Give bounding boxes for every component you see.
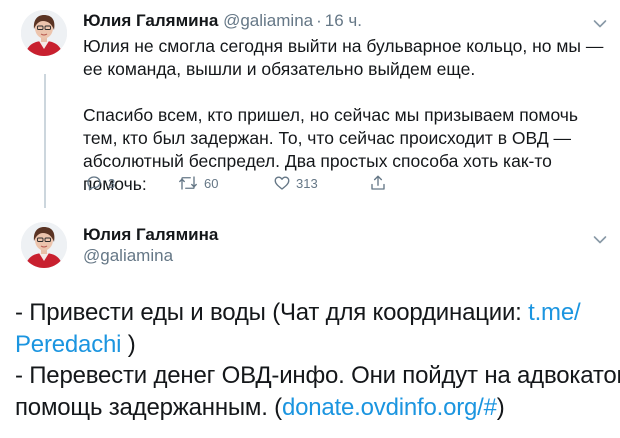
tweet-line: - Перевести денег ОВД-инфо. Они пойдут н… [15,360,620,392]
like-count: 313 [296,175,318,191]
tweet-paragraph: Юлия не смогла сегодня выйти на бульварн… [83,36,604,79]
avatar[interactable] [21,10,67,56]
author-name[interactable]: Юлия Галямина [83,11,218,30]
line-text: - Перевести денег ОВД-инфо. Они пойдут н… [15,362,620,389]
chevron-down-icon[interactable] [593,232,607,244]
author-handle[interactable]: @galiamina [83,246,173,266]
avatar[interactable] [21,222,67,268]
line-text: ) [121,330,136,358]
tweet-header: Юлия Галямина @galiamina · 16 ч. [83,11,362,31]
telegram-link[interactable]: t.me/ [528,299,581,326]
reply-button[interactable]: 3 [85,172,115,194]
telegram-link[interactable]: Peredachi [15,331,121,358]
retweet-button[interactable]: 60 [177,172,218,194]
share-button[interactable] [369,172,387,194]
chevron-down-icon[interactable] [593,16,607,28]
tweet-timestamp[interactable]: 16 ч. [325,11,362,30]
author-name[interactable]: Юлия Галямина [83,225,218,245]
retweet-icon [177,174,199,192]
share-icon [369,174,387,192]
thread-connector-line [44,74,46,208]
reply-count: 3 [108,175,116,191]
tweet-line: помощь задержанным. (donate.ovdinfo.org/… [15,392,615,424]
retweet-count: 60 [204,175,219,191]
tweet-text: - Привести еды и воды (Чат для координац… [15,297,620,424]
tweet-actions: 3 60 313 [83,172,403,194]
like-button[interactable]: 313 [273,172,318,194]
heart-icon [273,174,291,192]
author-handle[interactable]: @galiamina [223,11,313,30]
line-text: - Привести еды и воды (Чат для координац… [15,299,529,326]
tweet-line: Peredachi ) [15,329,615,361]
tweet-line: - Привести еды и воды (Чат для координац… [15,297,615,329]
donate-link[interactable]: donate.ovdinfo.org/# [282,394,497,421]
line-text: ) [496,393,505,421]
separator-dot: · [316,11,322,30]
line-text: помощь задержанным. ( [15,393,282,421]
reply-icon [85,174,103,192]
